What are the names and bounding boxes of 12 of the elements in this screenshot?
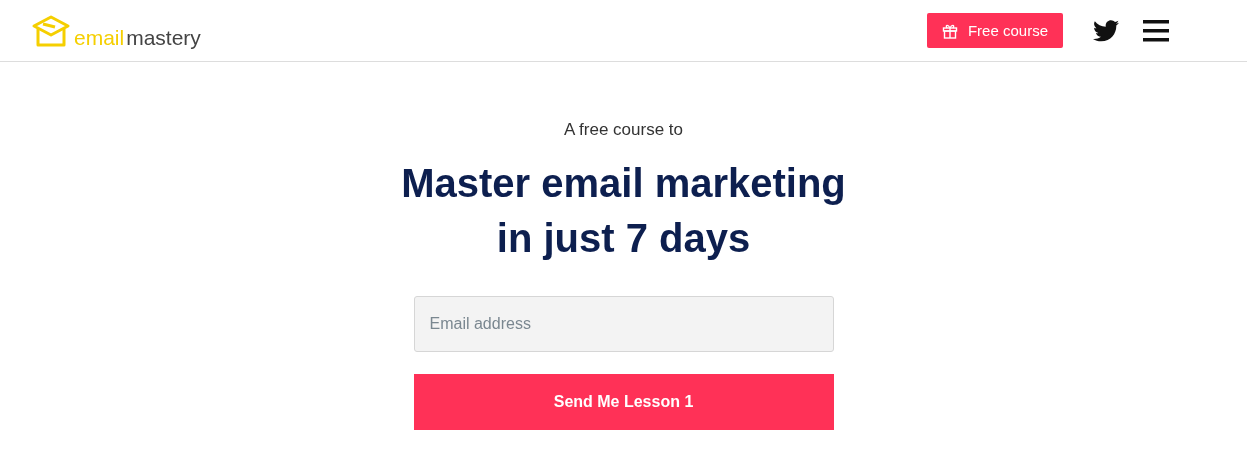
gift-icon bbox=[941, 22, 958, 39]
menu-icon[interactable] bbox=[1143, 19, 1169, 42]
headline-text: in just 7 days bbox=[496, 215, 751, 262]
logo-text: mastery bbox=[126, 26, 201, 48]
free-course-button[interactable]: Free course bbox=[926, 13, 1063, 48]
headline-text: Master email marketing bbox=[401, 160, 846, 207]
twitter-bird-icon[interactable] bbox=[1093, 19, 1119, 42]
kicker-text: A free course to bbox=[563, 120, 684, 140]
logo-text: email bbox=[74, 26, 125, 48]
send-lesson-button[interactable]: Send Me Lesson 1 bbox=[413, 374, 834, 430]
logo-icon bbox=[30, 13, 72, 48]
email-field[interactable]: Email address bbox=[413, 296, 834, 352]
